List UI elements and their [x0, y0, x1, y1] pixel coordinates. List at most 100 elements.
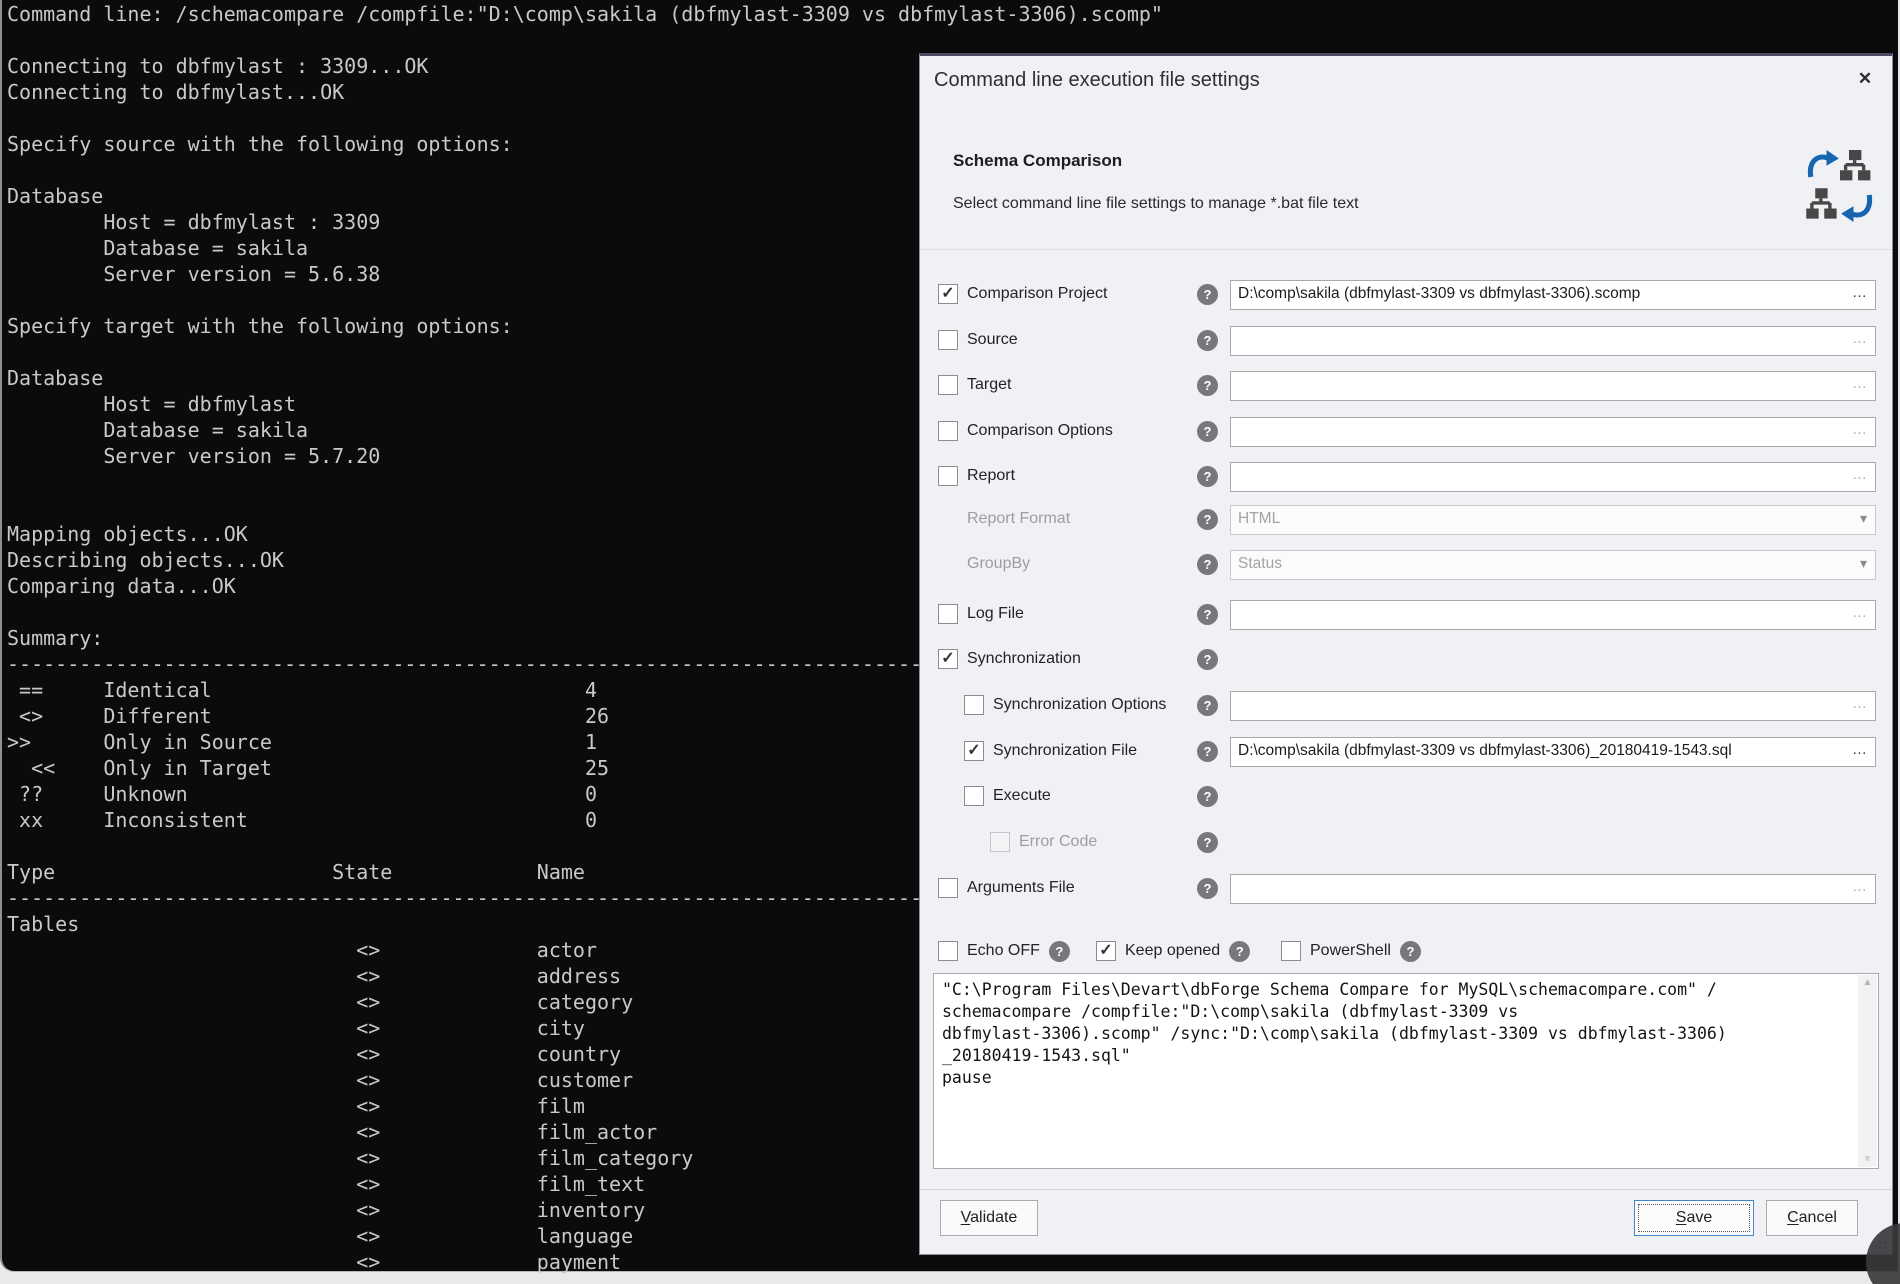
- arguments-file-label: Arguments File: [967, 879, 1075, 897]
- help-icon[interactable]: ?: [1197, 509, 1218, 530]
- log-file-checkbox[interactable]: [938, 604, 958, 624]
- browse-icon[interactable]: …: [1852, 741, 1868, 758]
- header-separator: [920, 249, 1892, 250]
- source-label: Source: [967, 331, 1018, 349]
- execute-checkbox[interactable]: [964, 786, 984, 806]
- comparison-project-field[interactable]: D:\comp\sakila (dbfmylast-3309 vs dbfmyl…: [1230, 280, 1876, 310]
- help-icon[interactable]: ?: [1049, 941, 1070, 962]
- powershell-group: PowerShell ?: [1281, 935, 1421, 967]
- row-comparison-project: ✓ Comparison Project ? D:\comp\sakila (d…: [920, 279, 1892, 311]
- groupby-label: GroupBy: [967, 555, 1030, 573]
- screenshot-root: Command line: /schemacompare /compfile:"…: [0, 0, 1900, 1284]
- footer-separator: [920, 1189, 1892, 1190]
- keep-opened-label: Keep opened: [1125, 942, 1220, 960]
- help-icon[interactable]: ?: [1400, 941, 1421, 962]
- keep-opened-group: ✓ Keep opened ?: [1096, 935, 1250, 967]
- powershell-checkbox[interactable]: [1281, 941, 1301, 961]
- execute-label: Execute: [993, 787, 1051, 805]
- error-code-checkbox: [990, 832, 1010, 852]
- help-icon[interactable]: ?: [1197, 786, 1218, 807]
- target-label: Target: [967, 376, 1011, 394]
- source-field[interactable]: …: [1230, 326, 1876, 356]
- target-field[interactable]: …: [1230, 371, 1876, 401]
- synchronization-options-field[interactable]: …: [1230, 691, 1876, 721]
- comparison-options-field[interactable]: …: [1230, 417, 1876, 447]
- help-icon[interactable]: ?: [1197, 421, 1218, 442]
- log-file-field[interactable]: …: [1230, 600, 1876, 630]
- help-icon[interactable]: ?: [1197, 649, 1218, 670]
- dialog-title: Command line execution file settings: [934, 69, 1260, 92]
- echo-off-checkbox[interactable]: [938, 941, 958, 961]
- help-icon[interactable]: ?: [1197, 878, 1218, 899]
- row-source: Source ? …: [920, 325, 1892, 357]
- groupby-dropdown: Status ▾: [1230, 550, 1876, 580]
- browse-icon[interactable]: …: [1852, 375, 1868, 392]
- comparison-project-label: Comparison Project: [967, 285, 1108, 303]
- synchronization-file-checkbox[interactable]: ✓: [964, 741, 984, 761]
- help-icon[interactable]: ?: [1197, 330, 1218, 351]
- scroll-down-icon[interactable]: ▼: [1858, 1154, 1877, 1165]
- section-title: Schema Comparison: [953, 151, 1122, 171]
- powershell-label: PowerShell: [1310, 942, 1391, 960]
- help-icon[interactable]: ?: [1197, 832, 1218, 853]
- help-icon[interactable]: ?: [1229, 941, 1250, 962]
- chevron-down-icon: ▾: [1860, 510, 1867, 527]
- synchronization-checkbox[interactable]: ✓: [938, 649, 958, 669]
- browse-icon[interactable]: …: [1852, 284, 1868, 301]
- row-comparison-options: Comparison Options ? …: [920, 416, 1892, 448]
- schema-comparison-sync-icon: [1804, 146, 1876, 226]
- comparison-options-checkbox[interactable]: [938, 421, 958, 441]
- row-groupby: GroupBy ? Status ▾: [920, 549, 1892, 581]
- error-code-label: Error Code: [1019, 833, 1097, 851]
- save-button[interactable]: Save: [1634, 1200, 1754, 1236]
- browse-icon[interactable]: …: [1852, 466, 1868, 483]
- bat-file-textarea[interactable]: "C:\Program Files\Devart\dbForge Schema …: [933, 973, 1879, 1169]
- browse-icon[interactable]: …: [1852, 695, 1868, 712]
- echo-off-label: Echo OFF: [967, 942, 1040, 960]
- row-report: Report ? …: [920, 461, 1892, 493]
- browse-icon[interactable]: …: [1852, 604, 1868, 621]
- row-log-file: Log File ? …: [920, 599, 1892, 631]
- scroll-up-icon[interactable]: ▲: [1858, 977, 1877, 988]
- command-line-settings-dialog: Command line execution file settings ✕ S…: [919, 53, 1893, 1255]
- target-checkbox[interactable]: [938, 375, 958, 395]
- report-checkbox[interactable]: [938, 466, 958, 486]
- help-icon[interactable]: ?: [1197, 741, 1218, 762]
- synchronization-file-field[interactable]: D:\comp\sakila (dbfmylast-3309 vs dbfmyl…: [1230, 737, 1876, 767]
- log-file-label: Log File: [967, 605, 1024, 623]
- source-checkbox[interactable]: [938, 330, 958, 350]
- validate-button[interactable]: Validate: [940, 1200, 1038, 1236]
- row-report-format: Report Format ? HTML ▾: [920, 504, 1892, 536]
- help-icon[interactable]: ?: [1197, 466, 1218, 487]
- close-icon[interactable]: ✕: [1852, 66, 1878, 92]
- textarea-scrollbar[interactable]: ▲ ▼: [1858, 975, 1877, 1167]
- help-icon[interactable]: ?: [1197, 695, 1218, 716]
- row-execute: Execute ?: [920, 781, 1892, 813]
- cancel-button[interactable]: Cancel: [1766, 1200, 1858, 1236]
- bat-file-text: "C:\Program Files\Devart\dbForge Schema …: [934, 974, 1878, 1089]
- chevron-down-icon: ▾: [1860, 555, 1867, 572]
- section-subtitle: Select command line file settings to man…: [953, 195, 1359, 213]
- report-field[interactable]: …: [1230, 462, 1876, 492]
- synchronization-options-label: Synchronization Options: [993, 696, 1166, 714]
- help-icon[interactable]: ?: [1197, 284, 1218, 305]
- help-icon[interactable]: ?: [1197, 375, 1218, 396]
- keep-opened-checkbox[interactable]: ✓: [1096, 941, 1116, 961]
- help-icon[interactable]: ?: [1197, 604, 1218, 625]
- browse-icon[interactable]: …: [1852, 878, 1868, 895]
- row-arguments-file: Arguments File ? …: [920, 873, 1892, 905]
- synchronization-file-label: Synchronization File: [993, 742, 1137, 760]
- browse-icon[interactable]: …: [1852, 330, 1868, 347]
- help-icon[interactable]: ?: [1197, 554, 1218, 575]
- synchronization-label: Synchronization: [967, 650, 1081, 668]
- comparison-project-checkbox[interactable]: ✓: [938, 284, 958, 304]
- row-error-code: Error Code ?: [920, 827, 1892, 859]
- arguments-file-field[interactable]: …: [1230, 874, 1876, 904]
- row-synchronization: ✓ Synchronization ?: [920, 644, 1892, 676]
- synchronization-options-checkbox[interactable]: [964, 695, 984, 715]
- report-format-dropdown: HTML ▾: [1230, 505, 1876, 535]
- arguments-file-checkbox[interactable]: [938, 878, 958, 898]
- browse-icon[interactable]: …: [1852, 421, 1868, 438]
- echo-off-group: Echo OFF ?: [938, 935, 1070, 967]
- report-label: Report: [967, 467, 1015, 485]
